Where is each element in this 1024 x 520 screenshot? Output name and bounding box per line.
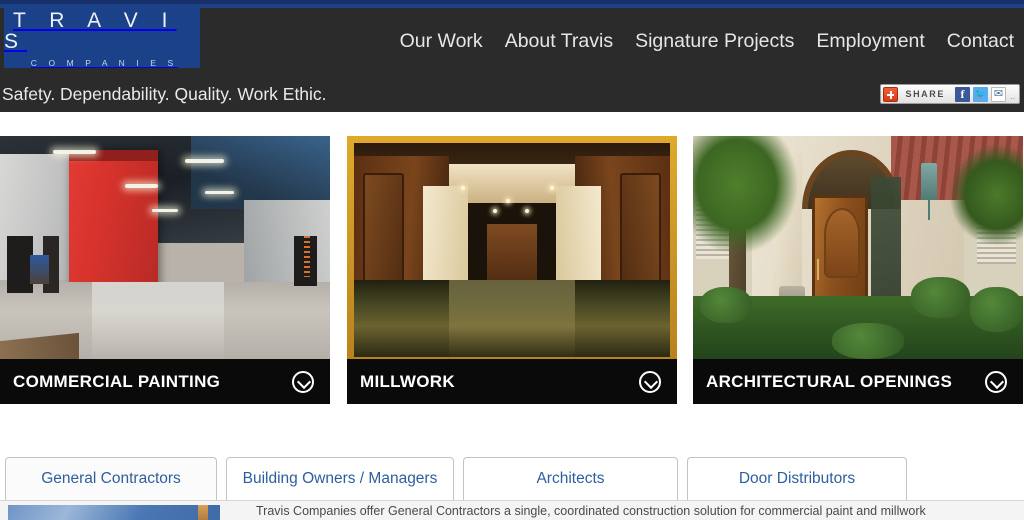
site-header: T R A V I S C O M P A N I E S Our Work A… — [0, 8, 1024, 112]
service-card-architectural-openings[interactable]: ARCHITECTURAL OPENINGS — [693, 136, 1023, 404]
nav-item-about-travis[interactable]: About Travis — [505, 30, 613, 53]
share-widget[interactable]: SHARE .. — [880, 84, 1020, 104]
architectural-openings-caption[interactable]: ARCHITECTURAL OPENINGS — [693, 359, 1023, 404]
service-card-commercial-painting[interactable]: COMMERCIAL PAINTING — [0, 136, 330, 404]
twitter-icon[interactable] — [972, 86, 988, 102]
chevron-down-circle-icon[interactable] — [985, 370, 1007, 393]
facebook-icon[interactable] — [954, 86, 970, 102]
architectural-openings-photo — [693, 136, 1023, 364]
commercial-painting-photo — [0, 136, 330, 364]
share-label: SHARE — [905, 89, 945, 99]
nav-item-our-work[interactable]: Our Work — [400, 30, 483, 53]
logo-subtitle: C O M P A N I E S — [30, 58, 178, 69]
nav-item-contact[interactable]: Contact — [947, 30, 1014, 53]
share-more-icon[interactable]: .. — [1009, 91, 1017, 102]
nav-item-signature-projects[interactable]: Signature Projects — [635, 30, 794, 53]
tab-building-owners-managers[interactable]: Building Owners / Managers — [226, 457, 454, 500]
tab-content-thumbnail — [8, 505, 220, 520]
commercial-painting-caption[interactable]: COMMERCIAL PAINTING — [0, 359, 330, 404]
audience-tab-bar: General Contractors Building Owners / Ma… — [0, 455, 1024, 500]
top-accent-bar — [0, 0, 1024, 8]
service-card-row: COMMERCIAL PAINTING MILLWORK ARCHITECTUR… — [0, 136, 1024, 404]
email-icon[interactable] — [990, 86, 1006, 102]
tab-general-contractors[interactable]: General Contractors — [5, 457, 217, 500]
card-label: COMMERCIAL PAINTING — [13, 371, 221, 391]
plus-icon[interactable] — [883, 86, 899, 102]
millwork-caption[interactable]: MILLWORK — [347, 359, 677, 404]
logo-wordmark: T R A V I S — [4, 9, 177, 54]
site-tagline: Safety. Dependability. Quality. Work Eth… — [2, 84, 327, 104]
tab-door-distributors[interactable]: Door Distributors — [687, 457, 907, 500]
nav-item-employment[interactable]: Employment — [816, 30, 924, 53]
tab-content-panel: Travis Companies offer General Contracto… — [0, 500, 1024, 520]
millwork-photo — [347, 136, 677, 364]
card-label: MILLWORK — [360, 371, 455, 391]
card-label: ARCHITECTURAL OPENINGS — [706, 371, 953, 391]
chevron-down-circle-icon[interactable] — [639, 370, 661, 393]
main-navigation: Our Work About Travis Signature Projects… — [400, 30, 1014, 53]
chevron-down-circle-icon[interactable] — [292, 370, 314, 393]
tab-architects[interactable]: Architects — [463, 457, 678, 500]
service-card-millwork[interactable]: MILLWORK — [347, 136, 677, 404]
tab-content-body: Travis Companies offer General Contracto… — [256, 504, 926, 518]
top-accent-bar-shadow — [0, 0, 1024, 4]
site-logo[interactable]: T R A V I S C O M P A N I E S — [4, 8, 200, 68]
